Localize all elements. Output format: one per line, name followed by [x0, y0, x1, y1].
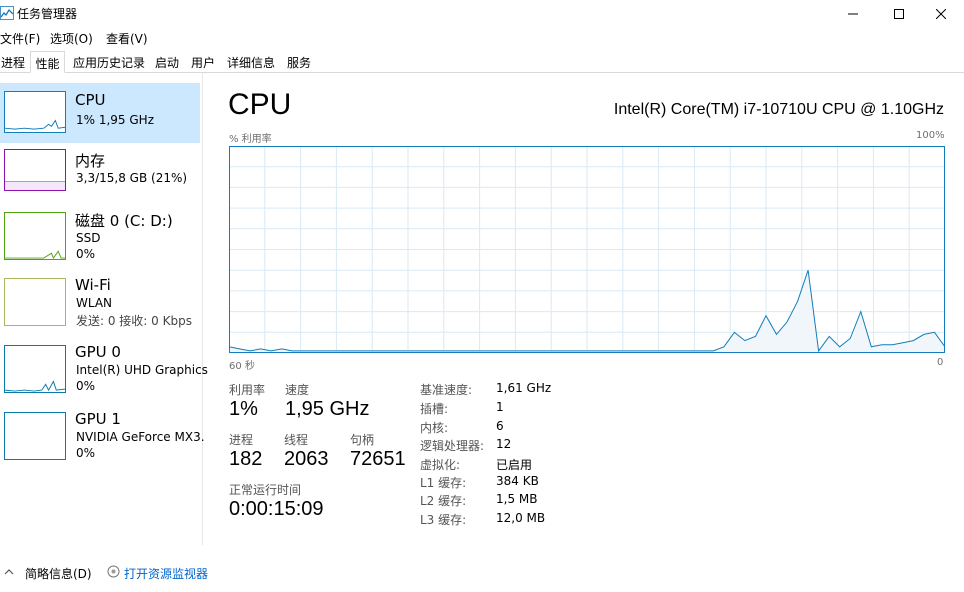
- cpu-utilization-graph: [229, 146, 945, 353]
- tab-services[interactable]: 服务: [284, 51, 314, 73]
- menu-view[interactable]: 查看(V): [106, 30, 148, 47]
- spec-label: 基准速度:: [420, 383, 473, 397]
- tab-users[interactable]: 用户: [188, 51, 218, 73]
- sidebar-item-disk[interactable]: 磁盘 0 (C: D:) SSD 0%: [0, 207, 200, 267]
- uptime-value: 0:00:15:09: [229, 498, 324, 520]
- max-percent-label: 100%: [916, 130, 945, 141]
- sidebar-disk-type: SSD: [76, 231, 101, 245]
- tab-startup[interactable]: 启动: [152, 51, 182, 73]
- sidebar-item-gpu1[interactable]: GPU 1 NVIDIA GeForce MX3. 0%: [0, 407, 205, 467]
- spec-value: 1,5 MB: [496, 492, 538, 506]
- graph-zero-label: 0: [937, 357, 944, 368]
- spec-label: 插槽:: [420, 402, 449, 416]
- cpu-thumbnail-graph: [4, 91, 66, 133]
- sidebar-item-wifi[interactable]: Wi-Fi WLAN 发送: 0 接收: 0 Kbps: [0, 273, 200, 333]
- sidebar-gpu0-model: Intel(R) UHD Graphics: [76, 363, 208, 377]
- resource-monitor-icon: [107, 565, 120, 578]
- title-bar: 任务管理器: [0, 0, 964, 27]
- utilization-label: 利用率: [229, 383, 266, 397]
- sidebar-item-gpu0[interactable]: GPU 0 Intel(R) UHD Graphics 0%: [0, 339, 208, 399]
- chevron-up-icon[interactable]: [4, 568, 14, 576]
- processes-value: 182: [229, 448, 263, 470]
- sidebar-wifi-adapter: WLAN: [76, 296, 113, 310]
- spec-label: L1 缓存:: [420, 476, 467, 490]
- sidebar-disk-name: 磁盘 0 (C: D:): [75, 212, 173, 230]
- spec-label: L3 缓存:: [420, 513, 467, 527]
- spec-label: L2 缓存:: [420, 494, 467, 508]
- menu-options[interactable]: 选项(O): [50, 30, 93, 47]
- tab-details[interactable]: 详细信息: [224, 51, 278, 73]
- window-title: 任务管理器: [17, 7, 78, 21]
- close-button[interactable]: [918, 0, 964, 27]
- handles-label: 句柄: [350, 433, 375, 447]
- sidebar-item-memory[interactable]: 内存 3,3/15,8 GB (21%): [0, 145, 200, 205]
- sidebar-cpu-usage: 1% 1,95 GHz: [76, 113, 155, 127]
- tab-bar: 进程 性能 应用历史记录 启动 用户 详细信息 服务: [0, 49, 964, 73]
- spec-value: 12,0 MB: [496, 511, 546, 525]
- uptime-label: 正常运行时间: [229, 483, 302, 497]
- spec-value: 6: [496, 419, 504, 433]
- sidebar-gpu1-model: NVIDIA GeForce MX3.: [76, 430, 205, 444]
- sidebar-gpu1-usage: 0%: [76, 446, 96, 460]
- speed-label: 速度: [285, 383, 310, 397]
- maximize-button[interactable]: [876, 0, 922, 27]
- open-resource-monitor-link[interactable]: 打开资源监视器: [124, 565, 208, 582]
- sidebar-gpu0-name: GPU 0: [75, 343, 121, 361]
- spec-value: 已启用: [496, 458, 533, 472]
- gpu1-thumbnail-graph: [4, 412, 66, 460]
- sidebar-wifi-throughput: 发送: 0 接收: 0 Kbps: [76, 314, 192, 328]
- time-span-label: 60 秒: [229, 361, 255, 372]
- tab-performance[interactable]: 性能: [30, 51, 65, 73]
- spec-label: 逻辑处理器:: [420, 439, 485, 453]
- minimize-button[interactable]: [830, 0, 876, 27]
- spec-label: 虚拟化:: [420, 458, 461, 472]
- threads-value: 2063: [284, 448, 329, 470]
- utilization-axis-label: % 利用率: [229, 134, 272, 145]
- wifi-thumbnail-graph: [4, 278, 66, 326]
- memory-thumbnail-graph: [4, 149, 66, 191]
- utilization-value: 1%: [229, 398, 258, 420]
- tab-app-history[interactable]: 应用历史记录: [69, 51, 149, 73]
- spec-value: 1,61 GHz: [496, 381, 552, 395]
- tab-processes[interactable]: 进程: [0, 51, 26, 73]
- resource-sidebar: CPU 1% 1,95 GHz 内存 3,3/15,8 GB (21%) 磁盘 …: [0, 73, 208, 545]
- minimize-icon: [848, 13, 858, 14]
- processes-label: 进程: [229, 433, 254, 447]
- sidebar-memory-usage: 3,3/15,8 GB (21%): [76, 171, 188, 185]
- sidebar-disk-usage: 0%: [76, 247, 96, 261]
- sidebar-gpu1-name: GPU 1: [75, 410, 121, 428]
- cpu-model: Intel(R) Core(TM) i7-10710U CPU @ 1.10GH…: [613, 101, 944, 118]
- disk-thumbnail-graph: [4, 212, 66, 260]
- handles-value: 72651: [350, 448, 406, 470]
- task-manager-icon: [0, 6, 14, 20]
- spec-label: 内核:: [420, 421, 449, 435]
- menu-file[interactable]: 文件(F): [0, 30, 40, 47]
- sidebar-memory-name: 内存: [75, 152, 106, 170]
- speed-value: 1,95 GHz: [285, 398, 370, 420]
- threads-label: 线程: [284, 433, 309, 447]
- fewer-details-button[interactable]: 简略信息(D): [25, 565, 92, 582]
- bottom-bar: 简略信息(D) 打开资源监视器: [0, 560, 964, 586]
- sidebar-item-cpu[interactable]: CPU 1% 1,95 GHz: [0, 83, 200, 143]
- gpu0-thumbnail-graph: [4, 345, 66, 393]
- spec-value: 1: [496, 400, 504, 414]
- sidebar-wifi-name: Wi-Fi: [75, 276, 111, 294]
- sidebar-cpu-name: CPU: [75, 91, 106, 109]
- close-icon: [936, 8, 946, 19]
- spec-value: 12: [496, 437, 512, 451]
- sidebar-gpu0-usage: 0%: [76, 379, 96, 393]
- spec-value: 384 KB: [496, 474, 539, 488]
- maximize-icon: [894, 8, 904, 19]
- page-title: CPU: [228, 88, 292, 121]
